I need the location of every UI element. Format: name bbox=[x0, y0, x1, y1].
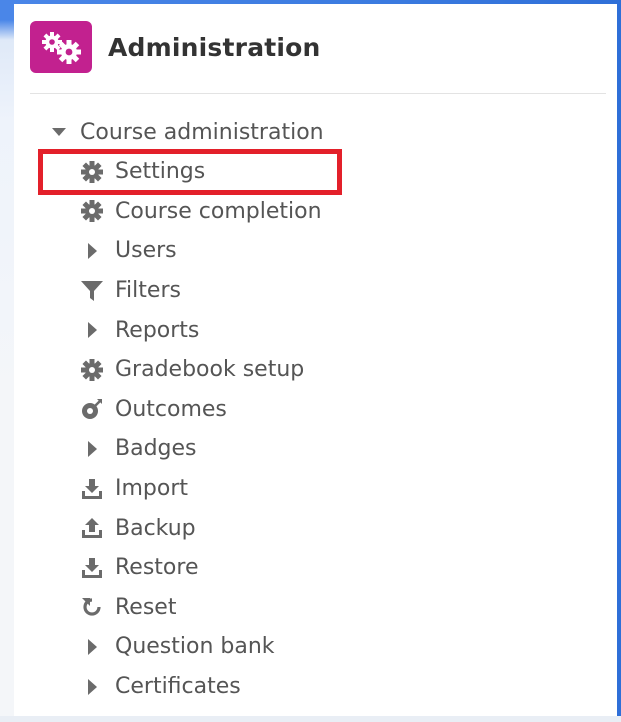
download-icon bbox=[78, 475, 106, 503]
tree-item-question-bank[interactable]: Question bank bbox=[78, 627, 322, 667]
caret-right-icon bbox=[78, 435, 106, 463]
gears-icon bbox=[30, 21, 92, 73]
caret-right-icon bbox=[78, 316, 106, 344]
tree-item-label: Users bbox=[115, 238, 177, 264]
window-frame-left bbox=[0, 0, 14, 722]
tree-root-course-administration[interactable]: Course administration bbox=[52, 112, 324, 152]
settings-highlight-box bbox=[38, 149, 342, 195]
block-title: Administration bbox=[108, 32, 321, 62]
tree-item-badges[interactable]: Badges bbox=[78, 429, 322, 469]
block-header: Administration bbox=[30, 21, 321, 73]
tree-item-reset[interactable]: Reset bbox=[78, 588, 322, 628]
tree-item-label: Question bank bbox=[115, 634, 275, 660]
tree-item-restore[interactable]: Restore bbox=[78, 548, 322, 588]
tree-item-label: Badges bbox=[115, 436, 197, 462]
tree-item-certificates[interactable]: Certificates bbox=[78, 667, 322, 707]
tree-item-label: Certificates bbox=[115, 674, 241, 700]
tree-item-reports[interactable]: Reports bbox=[78, 310, 322, 350]
tree-root-label: Course administration bbox=[80, 119, 324, 145]
tree-item-users[interactable]: Users bbox=[78, 231, 322, 271]
tree-items: Settings Course completion Users Filters bbox=[78, 152, 322, 706]
tree-item-course-completion[interactable]: Course completion bbox=[78, 192, 322, 232]
upload-icon bbox=[78, 514, 106, 542]
tree-item-filters[interactable]: Filters bbox=[78, 271, 322, 311]
caret-right-icon bbox=[78, 633, 106, 661]
tree-item-import[interactable]: Import bbox=[78, 469, 322, 509]
gear-icon bbox=[78, 197, 106, 225]
tree-item-label: Gradebook setup bbox=[115, 357, 305, 383]
window-frame-right bbox=[617, 0, 621, 722]
caret-down-icon bbox=[52, 128, 66, 136]
tree-item-gradebook-setup[interactable]: Gradebook setup bbox=[78, 350, 322, 390]
window-frame-bottom bbox=[0, 716, 621, 722]
tree-item-outcomes[interactable]: Outcomes bbox=[78, 390, 322, 430]
gear-icon bbox=[78, 356, 106, 384]
tree-item-label: Restore bbox=[115, 555, 199, 581]
tree-item-backup[interactable]: Backup bbox=[78, 508, 322, 548]
tree-item-label: Import bbox=[115, 476, 189, 502]
tree-item-label: Course completion bbox=[115, 198, 322, 224]
tree-item-label: Filters bbox=[115, 278, 181, 304]
reset-icon bbox=[78, 593, 106, 621]
tree-item-label: Backup bbox=[115, 515, 196, 541]
tree-item-label: Outcomes bbox=[115, 396, 227, 422]
outcomes-icon bbox=[78, 395, 106, 423]
filter-icon bbox=[78, 277, 106, 305]
tree-item-label: Reports bbox=[115, 317, 200, 343]
administration-block: Administration Course administration Set… bbox=[14, 4, 617, 716]
caret-right-icon bbox=[78, 237, 106, 265]
download-icon bbox=[78, 554, 106, 582]
header-divider bbox=[30, 93, 606, 94]
tree-item-label: Reset bbox=[115, 594, 177, 620]
caret-right-icon bbox=[78, 673, 106, 701]
